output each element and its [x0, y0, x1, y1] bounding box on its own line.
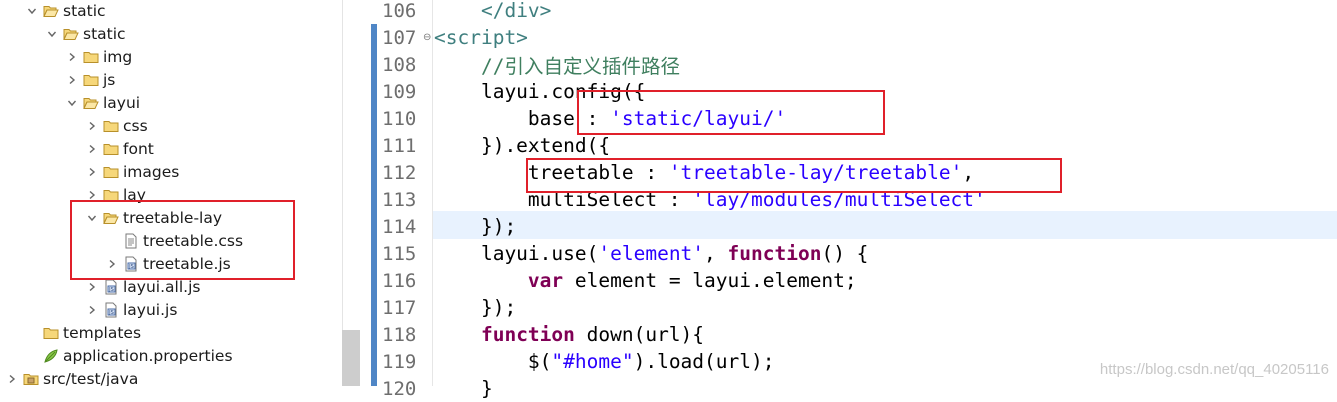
chevron-right-icon[interactable] — [65, 50, 79, 64]
folder-icon — [83, 49, 99, 65]
tree-item-label: js — [103, 70, 116, 89]
chevron-right-icon[interactable] — [85, 165, 99, 179]
code-text: //引入自定义插件路径 — [480, 55, 680, 78]
code-line[interactable]: 117 }); — [360, 294, 1337, 321]
code-line[interactable]: 120 } — [360, 375, 1337, 402]
code-text: }); — [434, 215, 517, 238]
code-line[interactable]: 111 }).extend({ — [360, 132, 1337, 159]
tree-item-layui-js[interactable]: JS layui.js — [0, 298, 342, 321]
tree-item-templates[interactable]: templates — [0, 321, 342, 344]
line-number: 112 — [382, 161, 417, 184]
chevron-right-icon[interactable] — [85, 280, 99, 294]
code-editor[interactable]: 106 </div> 107 ⊖ <script> 108 //引入自定义插件路径 109… — [360, 0, 1337, 400]
tree-item-label: layui.all.js — [123, 277, 201, 296]
code-line[interactable]: 108 //引入自定义插件路径 — [360, 51, 1337, 79]
code-text: function down(url){ — [480, 323, 705, 346]
source-folder-icon — [23, 371, 39, 387]
line-number: 108 — [382, 53, 417, 76]
code-text: layui.use('element', function() { — [434, 242, 869, 265]
tree-item-font[interactable]: font — [0, 137, 342, 160]
chevron-right-icon[interactable] — [5, 372, 19, 386]
code-text: var element = layui.element; — [527, 269, 857, 292]
code-text: }).extend({ — [434, 134, 611, 157]
code-line[interactable]: 114 }); — [360, 213, 1337, 240]
folder-open-icon — [83, 95, 99, 111]
tree-item-label: application.properties — [63, 346, 233, 365]
svg-text:JS: JS — [108, 287, 114, 293]
code-line[interactable]: 118 function down(url){ — [360, 321, 1337, 348]
code-line[interactable]: 106 </div> — [360, 0, 1337, 24]
line-number: 117 — [382, 296, 417, 319]
tree-item-img[interactable]: img — [0, 45, 342, 68]
chevron-right-icon[interactable] — [85, 142, 99, 156]
folder-icon — [43, 325, 59, 341]
tree-item-label: font — [123, 139, 154, 158]
line-number: 118 — [382, 323, 417, 346]
line-number: 120 — [382, 377, 417, 400]
code-text: <script> — [434, 26, 528, 49]
tree-item-label: layui — [103, 93, 141, 112]
tree-item-layui[interactable]: layui — [0, 91, 342, 114]
code-text: $("#home").load(url); — [434, 350, 775, 373]
project-explorer: static static img js layui css font images lay tr… — [0, 0, 342, 386]
properties-file-icon — [43, 348, 59, 364]
code-text: } — [434, 377, 493, 400]
folder-icon — [103, 164, 119, 180]
tree-item-js[interactable]: js — [0, 68, 342, 91]
line-number: 113 — [382, 188, 417, 211]
tree-scrollbar-track — [342, 0, 361, 330]
line-number: 119 — [382, 350, 417, 373]
chevron-right-icon[interactable] — [65, 73, 79, 87]
chevron-down-icon[interactable] — [45, 27, 59, 41]
line-number: 115 — [382, 242, 417, 265]
folder-open-icon — [43, 3, 59, 19]
watermark: https://blog.csdn.net/qq_40205116 — [1099, 361, 1329, 378]
tree-item-images[interactable]: images — [0, 160, 342, 183]
folder-icon — [103, 118, 119, 134]
code-line[interactable]: 115 layui.use('element', function() { — [360, 240, 1337, 267]
js-file-icon: JS — [103, 302, 119, 318]
tree-item-css[interactable]: css — [0, 114, 342, 137]
line-number: 111 — [382, 134, 417, 157]
line-number: 114 — [382, 215, 417, 238]
folder-open-icon — [63, 26, 79, 42]
tree-item-label: static — [63, 1, 106, 20]
chevron-right-icon[interactable] — [85, 303, 99, 317]
chevron-down-icon[interactable] — [65, 96, 79, 110]
annotation-box-treetable-folder — [70, 200, 295, 280]
tree-item-label: layui.js — [123, 300, 178, 319]
chevron-down-icon[interactable] — [25, 4, 39, 18]
fold-toggle-icon[interactable]: ⊖ — [423, 32, 433, 43]
line-number: 106 — [382, 0, 417, 22]
chevron-right-icon[interactable] — [85, 119, 99, 133]
tree-item-static[interactable]: static — [0, 22, 342, 45]
tree-item-static[interactable]: static — [0, 0, 342, 22]
code-line[interactable]: 107 ⊖ <script> — [360, 24, 1337, 51]
tree-item-label: img — [103, 47, 133, 66]
tree-item-label: src/test/java — [43, 369, 139, 387]
tree-item-src-test-java[interactable]: src/test/java — [0, 367, 342, 386]
code-text: </div> — [480, 0, 552, 22]
annotation-box-treetable-module — [526, 158, 1062, 193]
line-number: 116 — [382, 269, 417, 292]
line-number: 107 — [382, 26, 417, 49]
folder-icon — [103, 141, 119, 157]
tree-item-label: static — [83, 24, 126, 43]
tree-item-label: images — [123, 162, 180, 181]
tree-item-label: css — [123, 116, 148, 135]
line-number: 109 — [382, 80, 417, 103]
tree-item-label: templates — [63, 323, 142, 342]
tree-scrollbar-thumb[interactable] — [342, 330, 360, 386]
tree-item-application-properties[interactable]: application.properties — [0, 344, 342, 367]
js-file-icon: JS — [103, 279, 119, 295]
svg-text:JS: JS — [108, 310, 114, 316]
folder-icon — [83, 72, 99, 88]
line-number: 110 — [382, 107, 417, 130]
code-text: }); — [434, 296, 517, 319]
annotation-box-base-path — [577, 90, 885, 135]
code-line[interactable]: 116 var element = layui.element; — [360, 267, 1337, 294]
